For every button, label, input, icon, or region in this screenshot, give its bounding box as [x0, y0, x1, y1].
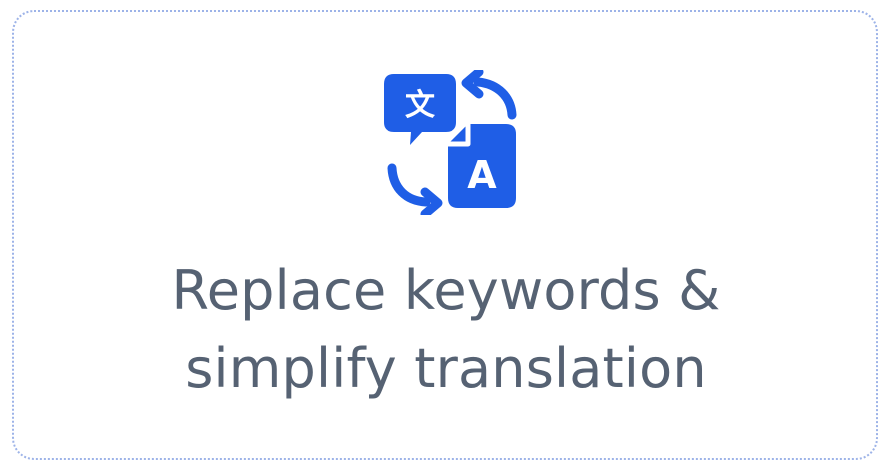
feature-title-line2: simplify translation [185, 337, 707, 400]
target-glyph: A [467, 153, 497, 197]
source-glyph: 文 [405, 88, 435, 123]
feature-title-line1: Replace keywords & [171, 259, 721, 322]
feature-title: Replace keywords & simplify translation [0, 252, 892, 408]
translate-icon: 文 A [380, 70, 525, 215]
